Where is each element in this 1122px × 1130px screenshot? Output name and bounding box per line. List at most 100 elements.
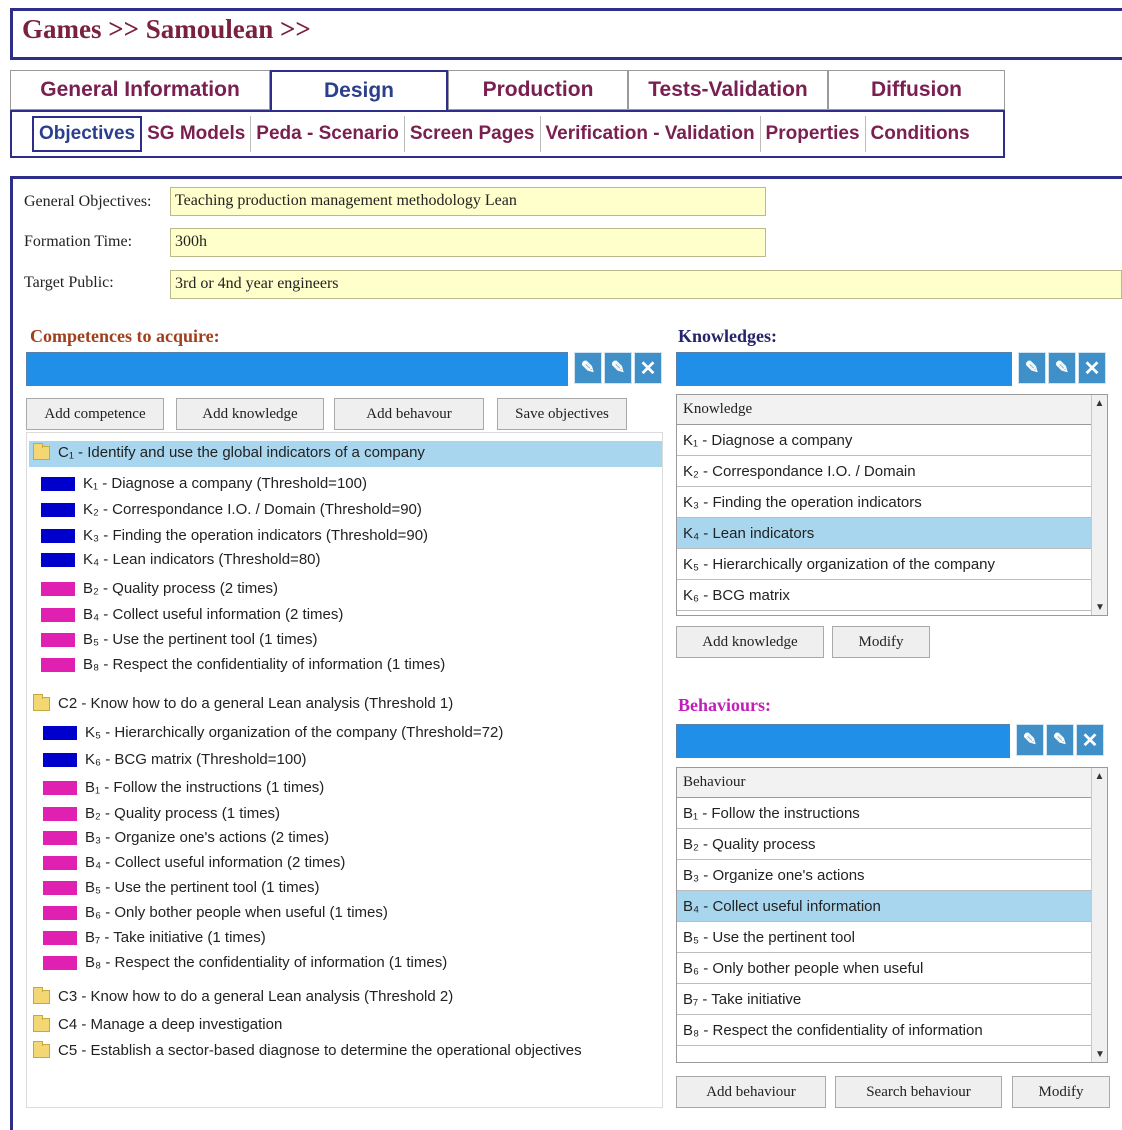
behaviour-list-item[interactable]: B₃ - Organize one's actions xyxy=(677,860,1091,891)
competence-node[interactable]: C5 - Establish a sector-based diagnose t… xyxy=(33,1040,582,1059)
behaviour-list-item[interactable]: B₈ - Respect the confidentiality of info… xyxy=(677,1015,1091,1046)
delete-icon[interactable]: ✕ xyxy=(634,352,662,384)
edit-icon[interactable]: ✎ xyxy=(1016,724,1044,756)
tab-tests-validation[interactable]: Tests-Validation xyxy=(628,70,828,110)
behaviour-node[interactable]: B₂ - Quality process (1 times) xyxy=(43,805,280,822)
folder-icon xyxy=(33,693,50,711)
subtab-objectives[interactable]: Objectives xyxy=(32,116,143,152)
behaviour-list-item[interactable]: B₇ - Take initiative xyxy=(677,984,1091,1015)
behaviour-node[interactable]: B₄ - Collect useful information (2 times… xyxy=(41,606,343,623)
subtab-properties[interactable]: Properties xyxy=(761,116,866,152)
knowledge-search-input[interactable] xyxy=(676,352,1012,386)
knowledge-list-item[interactable]: K₅ - Hierarchically organization of the … xyxy=(677,549,1091,580)
competence-node[interactable]: C4 - Manage a deep investigation xyxy=(33,1014,283,1033)
scroll-down-icon[interactable]: ▼ xyxy=(1092,1046,1107,1062)
behaviour-list-item[interactable]: B₁ - Follow the instructions xyxy=(677,798,1091,829)
knowledge-swatch xyxy=(41,476,75,491)
behaviour-node[interactable]: B₃ - Organize one's actions (2 times) xyxy=(43,829,329,846)
behaviour-list-header: Behaviour xyxy=(677,768,1091,798)
subtab-conditions[interactable]: Conditions xyxy=(866,116,975,152)
competence-node[interactable]: C2 - Know how to do a general Lean analy… xyxy=(33,693,454,712)
knowledge-node[interactable]: K₃ - Finding the operation indicators (T… xyxy=(41,527,428,544)
tree-node-label: C2 - Know how to do a general Lean analy… xyxy=(58,695,454,712)
behaviour-list-item[interactable]: B₂ - Quality process xyxy=(677,829,1091,860)
save-objectives-button[interactable]: Save objectives xyxy=(497,398,627,430)
behaviour-node[interactable]: B₅ - Use the pertinent tool (1 times) xyxy=(41,631,317,648)
knowledge-node[interactable]: K₆ - BCG matrix (Threshold=100) xyxy=(43,751,307,768)
delete-icon[interactable]: ✕ xyxy=(1078,352,1106,384)
add-competence-button[interactable]: Add competence xyxy=(26,398,164,430)
modify-behaviour-button[interactable]: Modify xyxy=(1012,1076,1110,1108)
formation-time-field[interactable]: 300h xyxy=(170,228,766,257)
behaviour-swatch xyxy=(43,830,77,845)
search-behaviour-button[interactable]: Search behaviour xyxy=(835,1076,1002,1108)
edit-icon[interactable]: ✎ xyxy=(1046,724,1074,756)
competence-search-input[interactable] xyxy=(26,352,568,386)
knowledge-node[interactable]: K₁ - Diagnose a company (Threshold=100) xyxy=(41,475,367,492)
target-public-field[interactable]: 3rd or 4nd year engineers xyxy=(170,270,1122,299)
behaviour-node[interactable]: B₈ - Respect the confidentiality of info… xyxy=(41,656,445,673)
breadcrumb: Games >> Samoulean >> xyxy=(22,14,311,44)
behaviour-swatch xyxy=(43,806,77,821)
behaviour-node[interactable]: B₇ - Take initiative (1 times) xyxy=(43,929,266,946)
tab-production[interactable]: Production xyxy=(448,70,628,110)
knowledge-scrollbar[interactable]: ▲ ▼ xyxy=(1091,395,1107,615)
behaviour-list-item[interactable]: B₄ - Collect useful information xyxy=(677,891,1091,922)
edit-icon[interactable]: ✎ xyxy=(574,352,602,384)
add-behavour-button[interactable]: Add behavour xyxy=(334,398,484,430)
knowledge-list-items: K₁ - Diagnose a company K₂ - Correspondan… xyxy=(677,425,1091,611)
add-behaviour-button[interactable]: Add behaviour xyxy=(676,1076,826,1108)
knowledge-node[interactable]: K₅ - Hierarchically organization of the … xyxy=(43,724,503,741)
subtab-peda-scenario[interactable]: Peda - Scenario xyxy=(251,116,405,152)
knowledge-toolbar: ✎ ✎ ✕ xyxy=(1018,352,1106,386)
tab-design[interactable]: Design xyxy=(270,70,448,110)
tab-general-information[interactable]: General Information xyxy=(10,70,270,110)
general-objectives-field[interactable]: Teaching production management methodolo… xyxy=(170,187,766,216)
behaviour-node[interactable]: B₁ - Follow the instructions (1 times) xyxy=(43,779,324,796)
behaviour-list-item[interactable]: B₆ - Only bother people when useful xyxy=(677,953,1091,984)
knowledge-list-item[interactable]: K₄ - Lean indicators xyxy=(677,518,1091,549)
knowledge-list-item[interactable]: K₁ - Diagnose a company xyxy=(677,425,1091,456)
edit-icon[interactable]: ✎ xyxy=(1048,352,1076,384)
add-knowledge-list-button[interactable]: Add knowledge xyxy=(676,626,824,658)
folder-icon xyxy=(33,442,50,460)
competence-node[interactable]: C₁ - Identify and use the global indicat… xyxy=(33,442,425,461)
modify-knowledge-button[interactable]: Modify xyxy=(832,626,930,658)
tree-node-label: B₃ - Organize one's actions (2 times) xyxy=(85,829,330,846)
subtab-verification-validation[interactable]: Verification - Validation xyxy=(541,116,761,152)
subtab-screen-pages[interactable]: Screen Pages xyxy=(405,116,541,152)
tree-node-label: C3 - Know how to do a general Lean analy… xyxy=(58,988,454,1005)
tree-node-label: C5 - Establish a sector-based diagnose t… xyxy=(58,1042,582,1059)
knowledge-list-header: Knowledge xyxy=(677,395,1091,425)
behaviour-node[interactable]: B₆ - Only bother people when useful (1 t… xyxy=(43,904,388,921)
behaviour-node[interactable]: B₈ - Respect the confidentiality of info… xyxy=(43,954,447,971)
add-knowledge-button[interactable]: Add knowledge xyxy=(176,398,324,430)
behaviour-swatch xyxy=(43,780,77,795)
tree-node-label: C₁ - Identify and use the global indicat… xyxy=(58,444,425,461)
knowledge-list-item[interactable]: K₂ - Correspondance I.O. / Domain xyxy=(677,456,1091,487)
general-objectives-label: General Objectives: xyxy=(24,193,152,210)
behaviour-node[interactable]: B₂ - Quality process (2 times) xyxy=(41,580,278,597)
behaviour-node[interactable]: B₅ - Use the pertinent tool (1 times) xyxy=(43,879,319,896)
tree-node-label: C4 - Manage a deep investigation xyxy=(58,1016,283,1033)
subtab-sg-models[interactable]: SG Models xyxy=(142,116,252,152)
scroll-down-icon[interactable]: ▼ xyxy=(1092,599,1107,615)
behaviour-node[interactable]: B₄ - Collect useful information (2 times… xyxy=(43,854,345,871)
knowledge-list-item[interactable]: K₃ - Finding the operation indicators xyxy=(677,487,1091,518)
knowledge-node[interactable]: K₂ - Correspondance I.O. / Domain (Thres… xyxy=(41,501,422,518)
scroll-up-icon[interactable]: ▲ xyxy=(1092,395,1107,411)
behaviour-list-item[interactable]: B₅ - Use the pertinent tool xyxy=(677,922,1091,953)
tree-node-label: K₂ - Correspondance I.O. / Domain (Thres… xyxy=(83,501,422,518)
edit-icon[interactable]: ✎ xyxy=(604,352,632,384)
scroll-up-icon[interactable]: ▲ xyxy=(1092,768,1107,784)
behaviour-search-input[interactable] xyxy=(676,724,1010,758)
tab-diffusion[interactable]: Diffusion xyxy=(828,70,1005,110)
delete-icon[interactable]: ✕ xyxy=(1076,724,1104,756)
knowledge-swatch xyxy=(41,502,75,517)
knowledge-list-item[interactable]: K₆ - BCG matrix xyxy=(677,580,1091,611)
tree-node-label: B₄ - Collect useful information (2 times… xyxy=(85,854,346,871)
competence-node[interactable]: C3 - Know how to do a general Lean analy… xyxy=(33,986,454,1005)
behaviour-scrollbar[interactable]: ▲ ▼ xyxy=(1091,768,1107,1062)
knowledge-node[interactable]: K₄ - Lean indicators (Threshold=80) xyxy=(41,551,321,568)
edit-icon[interactable]: ✎ xyxy=(1018,352,1046,384)
